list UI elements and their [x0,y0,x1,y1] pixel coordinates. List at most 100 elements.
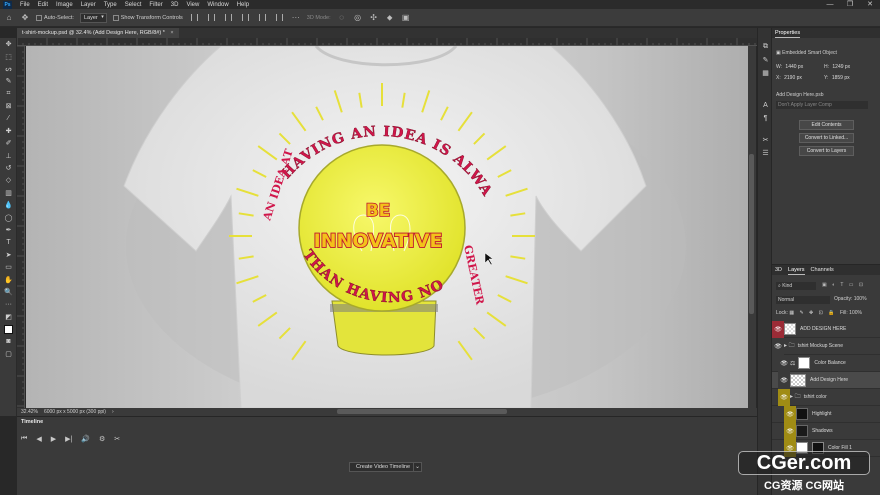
menu-file[interactable]: File [16,2,34,8]
brush-tool-icon[interactable]: ✐ [0,137,17,149]
align-right-icon[interactable] [224,14,232,21]
create-video-timeline-button[interactable]: Create Video Timeline [349,462,418,472]
tab-3d[interactable]: 3D [775,265,782,275]
close-window-button[interactable]: ✕ [860,0,880,9]
menu-window[interactable]: Window [203,2,232,8]
layer-row[interactable]: 👁 Highlight [772,405,880,423]
type-tool-icon[interactable]: T [0,236,17,248]
fill-field[interactable]: Fill: 100% [840,310,862,316]
play-icon[interactable]: ▶ [51,435,56,443]
previous-frame-icon[interactable]: ◀ [36,435,41,443]
tab-layers[interactable]: Layers [788,265,805,275]
move-tool-icon[interactable]: ✥ [0,38,17,50]
menu-edit[interactable]: Edit [34,2,52,8]
move-tool-icon[interactable]: ✥ [20,13,30,22]
libraries-panel-icon[interactable]: ☰ [758,146,773,159]
filter-icons[interactable]: ▣ ◐ T ▭ ⊡ [822,282,865,288]
visibility-eye-icon[interactable]: 👁 [778,371,790,389]
align-middle-icon[interactable] [258,14,266,21]
hand-tool-icon[interactable]: ✋ [0,273,17,285]
visibility-eye-icon[interactable]: 👁 [784,405,796,423]
opacity-value[interactable]: 100% [854,296,867,302]
menu-layer[interactable]: Layer [77,2,100,8]
eyedropper-tool-icon[interactable]: ⁄ [0,112,17,124]
audio-icon[interactable]: 🔊 [81,435,90,443]
dodge-tool-icon[interactable]: ◯ [0,211,17,223]
timeline-title[interactable]: Timeline [21,419,43,425]
screen-mode-icon[interactable]: ▢ [0,348,17,360]
tools-panel-icon[interactable]: ✂ [758,133,773,146]
home-icon[interactable]: ⌂ [4,13,14,22]
align-top-icon[interactable] [241,14,249,21]
visibility-eye-icon[interactable]: 👁 [778,388,790,406]
3d-pan-icon[interactable]: ✣ [369,13,379,22]
shape-tool-icon[interactable]: ▭ [0,261,17,273]
history-brush-icon[interactable]: ↺ [0,162,17,174]
maximize-button[interactable]: ❐ [840,0,860,9]
opacity-field[interactable]: Opacity: 100% [834,296,867,302]
paragraph-panel-icon[interactable]: ¶ [758,112,773,125]
first-frame-icon[interactable]: ⏮ [21,435,27,443]
layer-comp-dropdown[interactable]: Don't Apply Layer Comp [776,101,868,109]
marquee-tool-icon[interactable]: ⬚ [0,50,17,62]
quick-mask-icon[interactable]: ◙ [0,335,17,347]
visibility-eye-icon[interactable]: 👁 [784,422,796,440]
close-tab-icon[interactable]: × [170,30,173,36]
menu-3d[interactable]: 3D [167,2,183,8]
visibility-eye-icon[interactable]: 👁 [772,320,784,338]
auto-select-dropdown[interactable]: Layer [79,12,107,23]
layer-row[interactable]: 👁 ADD DESIGN HERE [772,320,880,338]
3d-slide-icon[interactable]: ⬥ [385,13,395,23]
3d-orbit-icon[interactable]: ◌ [337,13,347,22]
visibility-eye-icon[interactable]: 👁 [772,337,784,355]
width-value[interactable]: 1440 px [783,64,811,70]
stamp-tool-icon[interactable]: ⊥ [0,150,17,162]
convert-to-layers-button[interactable]: Convert to Layers [799,146,854,156]
more-tools-icon[interactable]: ··· [0,298,17,310]
menu-select[interactable]: Select [121,2,146,8]
character-panel-icon[interactable]: A [758,99,773,112]
layer-row[interactable]: 👁 ⚖ Color Balance [772,354,880,372]
layer-row-selected[interactable]: 👁 Add Design Here [772,371,880,389]
more-options-icon[interactable]: ··· [291,13,301,22]
quick-select-tool-icon[interactable]: ✎ [0,75,17,87]
align-center-icon[interactable] [207,14,215,21]
layer-row[interactable]: 👁 ▸ 🗀 tshirt color [772,388,880,406]
document-canvas[interactable]: HAVING AN IDEA IS ALWAYS THAN HAVING NO … [26,46,748,408]
convert-to-linked-button[interactable]: Convert to Linked... [799,133,854,143]
minimize-button[interactable]: — [820,0,840,9]
next-frame-icon[interactable]: ▶| [65,435,72,443]
crop-tool-icon[interactable]: ⌗ [0,88,17,100]
lasso-tool-icon[interactable]: ᔕ [0,63,17,75]
lock-icons[interactable]: ▦ ✎ ✥ ⊡ 🔒 [789,310,836,316]
height-field[interactable]: H: 1249 px [824,64,858,70]
blend-mode-dropdown[interactable]: Normal [776,296,830,304]
x-value[interactable]: 2190 px [782,75,810,81]
layer-row[interactable]: 👁 ▸ 🗀 tshirt Mockup Scene [772,337,880,355]
align-left-icon[interactable] [190,14,198,21]
x-field[interactable]: X: 2190 px [776,75,810,81]
zoom-tool-icon[interactable]: 🔍 [0,286,17,298]
swatches-panel-icon[interactable]: ▦ [758,66,773,79]
frame-tool-icon[interactable]: ⊠ [0,100,17,112]
edit-contents-button[interactable]: Edit Contents [799,120,854,130]
color-swatch-icon[interactable] [0,323,17,335]
menu-filter[interactable]: Filter [145,2,166,8]
tab-channels[interactable]: Channels [811,265,834,275]
width-field[interactable]: W: 1440 px [776,64,811,70]
settings-icon[interactable]: ⚙ [99,435,105,443]
3d-roll-icon[interactable]: ◎ [353,13,363,22]
history-panel-icon[interactable]: ⧉ [758,40,773,53]
horizontal-scrollbar-thumb[interactable] [337,409,507,414]
default-colors-icon[interactable]: ◩ [0,311,17,323]
menu-view[interactable]: View [182,2,203,8]
auto-select-checkbox[interactable]: Auto-Select: [36,14,74,21]
y-value[interactable]: 1859 px [830,75,858,81]
show-transform-checkbox[interactable]: Show Transform Controls [112,14,183,21]
healing-brush-icon[interactable]: ✚ [0,125,17,137]
visibility-eye-icon[interactable]: 👁 [778,354,790,372]
status-arrow-icon[interactable]: › [112,409,114,415]
menu-help[interactable]: Help [233,2,253,8]
vertical-scrollbar[interactable] [748,46,756,408]
path-select-icon[interactable]: ➤ [0,249,17,261]
